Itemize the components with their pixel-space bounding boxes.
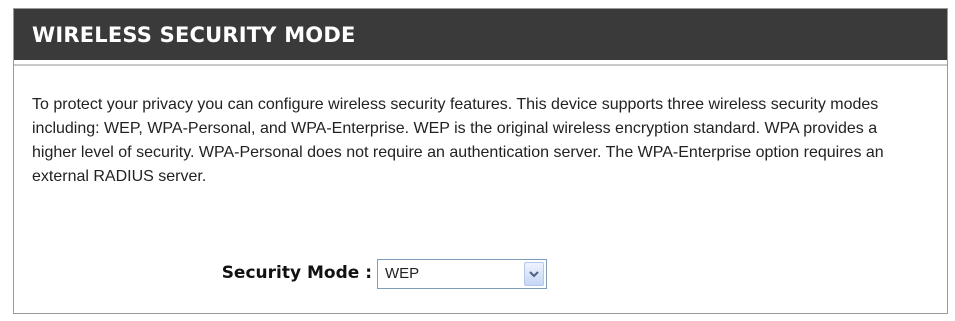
security-mode-selected-value: WEP	[385, 265, 420, 282]
chevron-down-icon	[529, 271, 539, 278]
security-mode-label: Security Mode :	[221, 263, 372, 283]
security-mode-row: Security Mode : WEP	[14, 259, 947, 291]
panel-header: WIRELESS SECURITY MODE	[14, 9, 947, 64]
security-mode-select[interactable]: WEP	[377, 259, 547, 289]
security-description: To protect your privacy you can configur…	[32, 96, 884, 185]
dropdown-button[interactable]	[524, 262, 544, 286]
panel-title: WIRELESS SECURITY MODE	[32, 22, 356, 47]
wireless-security-mode-panel: WIRELESS SECURITY MODE To protect your p…	[13, 8, 948, 314]
